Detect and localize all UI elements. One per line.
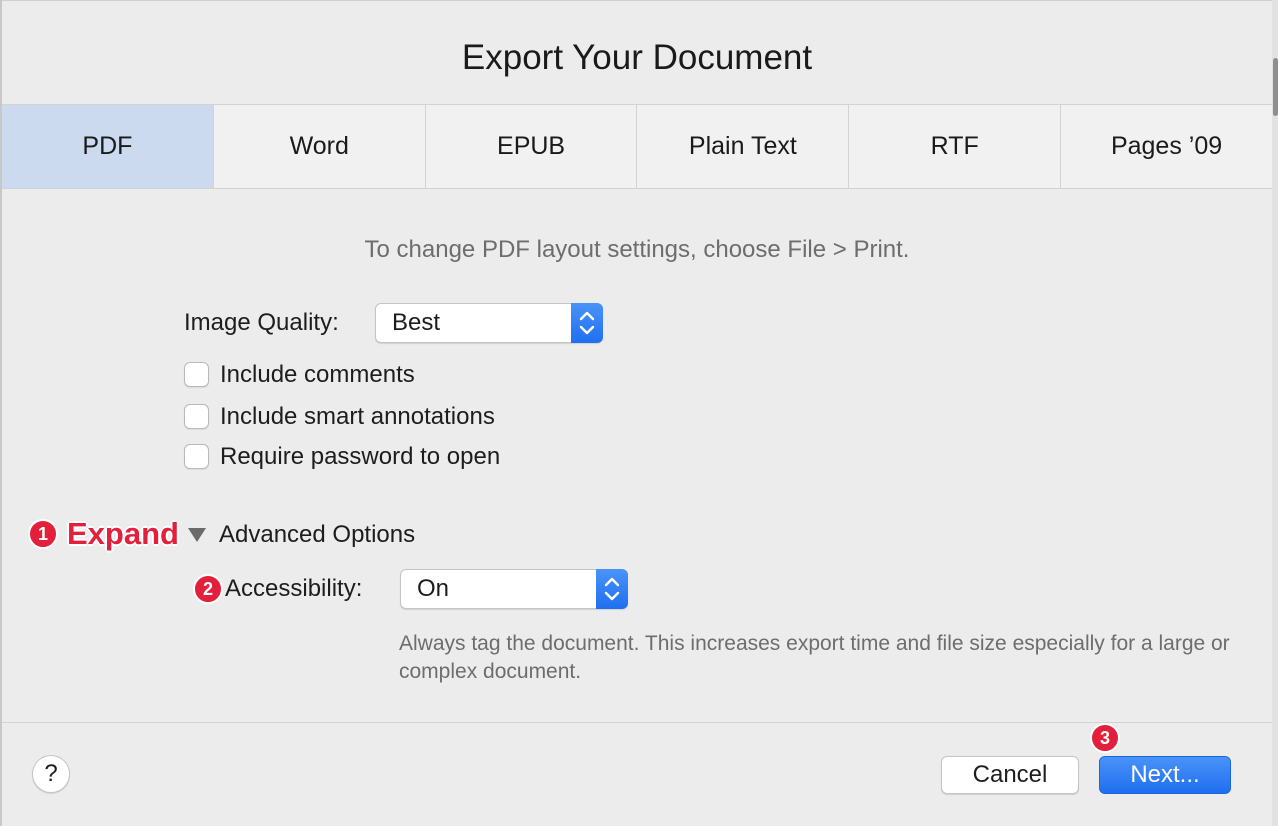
include-comments-label: Include comments (220, 361, 415, 388)
advanced-options-toggle[interactable]: Advanced Options (219, 521, 415, 549)
disclosure-triangle-expanded-icon[interactable] (187, 527, 207, 548)
dialog-title: Export Your Document (461, 38, 813, 77)
tab-plain-text[interactable]: Plain Text (637, 105, 850, 188)
pdf-layout-hint: To change PDF layout settings, choose Fi… (364, 236, 910, 263)
accessibility-value: On (417, 575, 450, 602)
include-comments-checkbox[interactable] (184, 362, 209, 387)
step-3-badge: 3 (1090, 723, 1120, 753)
tab-rtf[interactable]: RTF (849, 105, 1062, 188)
up-down-chevron-icon (596, 569, 628, 609)
up-down-chevron-icon (571, 303, 603, 343)
tab-pdf[interactable]: PDF (2, 105, 214, 188)
tab-word[interactable]: Word (214, 105, 426, 188)
help-button[interactable]: ? (32, 755, 70, 793)
accessibility-label: Accessibility: (225, 575, 363, 602)
image-quality-select[interactable]: Best (375, 303, 603, 343)
step-2-badge: 2 (193, 574, 223, 604)
tab-pages-09[interactable]: Pages ’09 (1061, 105, 1272, 188)
require-password-label: Require password to open (220, 443, 501, 470)
expand-callout: Expand (67, 516, 179, 551)
background-scrollbar (1272, 0, 1278, 826)
tab-epub[interactable]: EPUB (426, 105, 638, 188)
step-1-badge: 1 (28, 519, 58, 549)
window-top-edge (0, 0, 1278, 1)
include-smart-annotations-label: Include smart annotations (220, 403, 495, 430)
require-password-checkbox[interactable] (184, 444, 209, 469)
image-quality-label: Image Quality: (184, 309, 339, 336)
format-tab-bar: PDF Word EPUB Plain Text RTF Pages ’09 (2, 104, 1272, 189)
footer-divider (2, 722, 1272, 723)
accessibility-description: Always tag the document. This increases … (399, 632, 1230, 683)
next-button[interactable]: Next... (1099, 756, 1231, 794)
cancel-button[interactable]: Cancel (941, 756, 1079, 794)
include-smart-annotations-checkbox[interactable] (184, 404, 209, 429)
accessibility-select[interactable]: On (400, 569, 628, 609)
image-quality-value: Best (392, 309, 441, 336)
